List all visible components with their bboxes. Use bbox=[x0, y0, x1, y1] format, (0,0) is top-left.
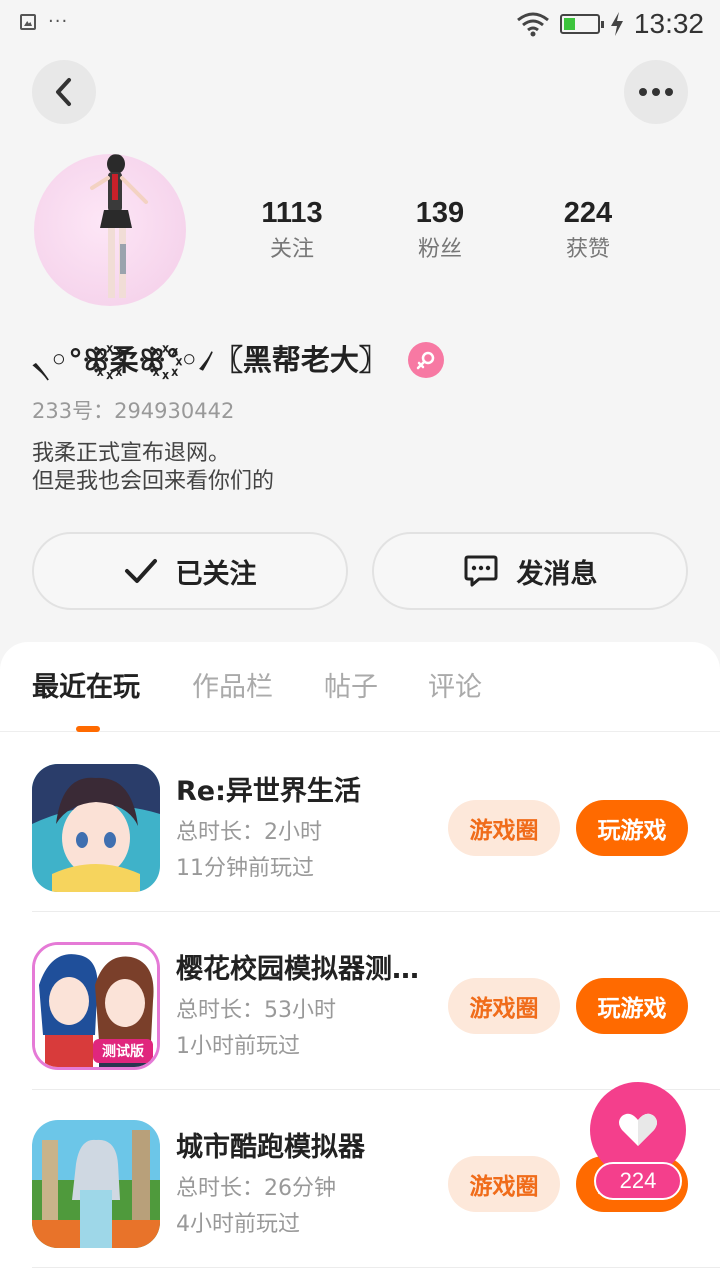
user-id: 233号：294930442 bbox=[32, 399, 235, 423]
tab-comments[interactable]: 评论 bbox=[428, 670, 482, 706]
avatar[interactable] bbox=[34, 154, 186, 306]
tab-recent-played[interactable]: 最近在玩 bbox=[32, 670, 140, 706]
stat-label: 获赞 bbox=[565, 237, 610, 262]
bio-line: 但是我也会回来看你们的 bbox=[32, 469, 275, 494]
game-title: 樱花校园模拟器测试版 bbox=[176, 954, 432, 985]
game-icon[interactable] bbox=[32, 1120, 160, 1248]
stat-value: 224 bbox=[563, 197, 613, 229]
female-icon bbox=[407, 342, 444, 378]
tab-posts[interactable]: 帖子 bbox=[324, 670, 378, 706]
tab-works[interactable]: 作品栏 bbox=[192, 670, 273, 706]
game-icon-badge: 测试版 bbox=[102, 1044, 144, 1060]
game-title: Re:异世界生活 bbox=[176, 776, 361, 807]
stat-fans[interactable]: 139 粉丝 bbox=[366, 196, 514, 264]
more-horizontal-icon bbox=[639, 88, 673, 96]
game-last-played: 4小时前玩过 bbox=[176, 1212, 300, 1237]
chat-bubble-icon bbox=[464, 555, 497, 587]
game-title: 城市酷跑模拟器 bbox=[176, 1132, 365, 1163]
more-button[interactable] bbox=[624, 60, 688, 124]
stat-following[interactable]: 1113 关注 bbox=[218, 196, 366, 264]
user-bio: 我柔正式宣布退网。 但是我也会回来看你们的 bbox=[32, 440, 274, 496]
stat-value: 139 bbox=[415, 197, 465, 229]
heart-icon bbox=[619, 1113, 657, 1146]
stat-label: 粉丝 bbox=[417, 237, 462, 262]
game-duration: 总时长：53小时 bbox=[176, 998, 336, 1023]
user-name: ৲◦°ꕥ꙰柔ꕥ꙰°◦৴〖黑帮老大〗 bbox=[32, 343, 388, 377]
game-circle-button[interactable]: 游戏圈 bbox=[448, 1156, 560, 1212]
bio-line: 我柔正式宣布退网。 bbox=[32, 441, 231, 466]
check-icon bbox=[124, 559, 157, 583]
image-icon bbox=[20, 14, 36, 30]
message-label: 发消息 bbox=[516, 558, 598, 590]
name-row: ৲◦°ꕥ꙰柔ꕥ꙰°◦৴〖黑帮老大〗 bbox=[32, 338, 444, 382]
status-bar: ··· 13:32 bbox=[0, 0, 720, 50]
more-dots-icon: ··· bbox=[48, 11, 69, 32]
stat-likes[interactable]: 224 获赞 bbox=[514, 196, 662, 264]
stat-label: 关注 bbox=[269, 237, 314, 262]
game-row[interactable]: 测试版 樱花校园模拟器测试版 总时长：53小时 1小时前玩过 游戏圈 玩游戏 bbox=[32, 912, 720, 1090]
game-circle-button[interactable]: 游戏圈 bbox=[448, 978, 560, 1034]
game-last-played: 11分钟前玩过 bbox=[176, 856, 314, 881]
stat-value: 1113 bbox=[261, 197, 323, 229]
status-time: 13:32 bbox=[633, 8, 704, 39]
message-button[interactable]: 发消息 bbox=[372, 532, 688, 610]
chevron-left-icon bbox=[56, 78, 71, 106]
follow-button[interactable]: 已关注 bbox=[32, 532, 348, 610]
wifi-icon bbox=[516, 12, 549, 37]
battery-fill bbox=[563, 18, 575, 30]
battery-icon bbox=[559, 14, 604, 34]
charging-icon bbox=[610, 12, 623, 36]
profile-stats: 1113 关注 139 粉丝 224 获赞 bbox=[218, 196, 662, 264]
tab-indicator bbox=[76, 726, 100, 732]
game-last-played: 1小时前玩过 bbox=[176, 1034, 300, 1059]
avatar-figure bbox=[90, 154, 148, 298]
like-count-badge: 224 bbox=[594, 1162, 682, 1200]
follow-label: 已关注 bbox=[175, 558, 257, 590]
game-duration: 总时长：26分钟 bbox=[176, 1176, 336, 1201]
game-icon[interactable] bbox=[32, 764, 160, 892]
play-game-button[interactable]: 玩游戏 bbox=[576, 800, 688, 856]
game-circle-button[interactable]: 游戏圈 bbox=[448, 800, 560, 856]
game-duration: 总时长：2小时 bbox=[176, 820, 322, 845]
tab-bar: 最近在玩 作品栏 帖子 评论 bbox=[0, 642, 720, 732]
game-row[interactable]: Re:异世界生活 总时长：2小时 11分钟前玩过 游戏圈 玩游戏 bbox=[32, 734, 720, 912]
back-button[interactable] bbox=[32, 60, 96, 124]
play-game-button[interactable]: 玩游戏 bbox=[576, 978, 688, 1034]
game-icon[interactable]: 测试版 bbox=[32, 942, 160, 1070]
